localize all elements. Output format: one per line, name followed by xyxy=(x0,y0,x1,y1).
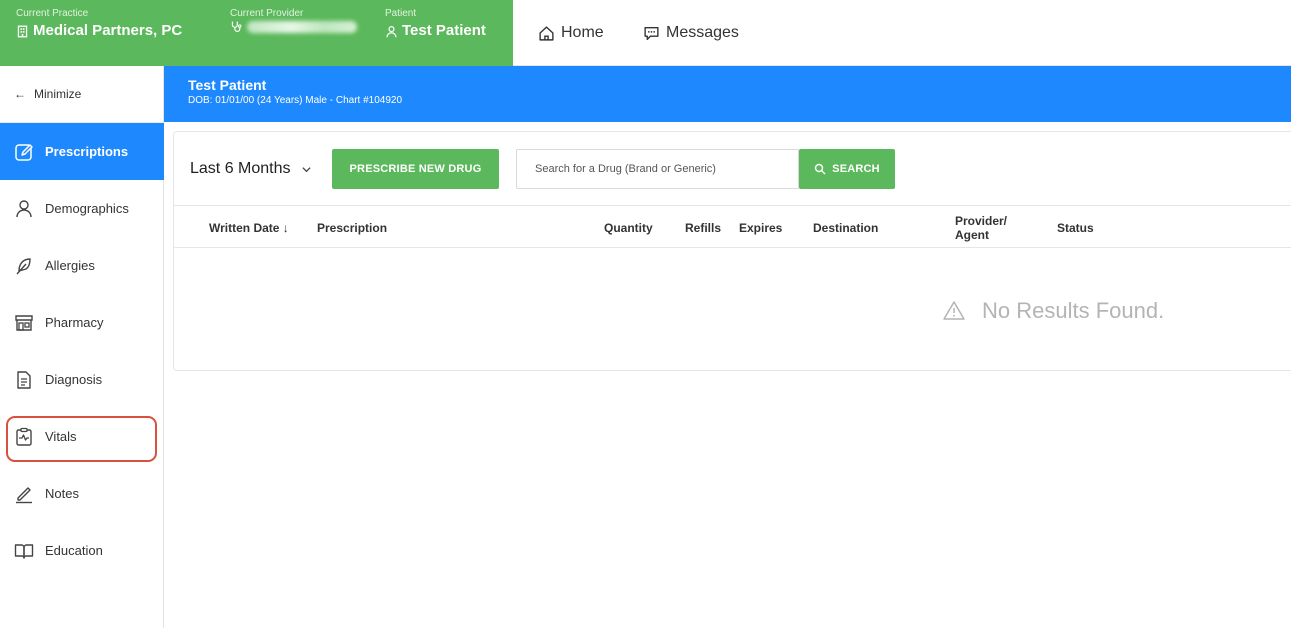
provider-name-redacted xyxy=(247,20,357,33)
home-link[interactable]: Home xyxy=(538,0,604,66)
sidebar-item-allergies[interactable]: Allergies xyxy=(0,237,164,294)
column-destination[interactable]: Destination xyxy=(813,221,878,235)
prescribe-new-drug-label: PRESCRIBE NEW DRUG xyxy=(349,163,482,175)
column-provider-agent-line2: Agent xyxy=(955,228,989,242)
sidebar-item-label: Diagnosis xyxy=(45,372,103,387)
minimize-label: Minimize xyxy=(34,87,82,101)
sidebar-item-label: Allergies xyxy=(45,258,95,273)
sidebar-item-education[interactable]: Education xyxy=(0,522,164,579)
home-icon xyxy=(539,25,554,41)
column-prescription[interactable]: Prescription xyxy=(317,221,387,235)
pencil-line-icon xyxy=(16,486,32,503)
minimize-button[interactable]: ← Minimize xyxy=(0,66,163,123)
sidebar-item-label: Education xyxy=(45,543,103,558)
sidebar-item-label: Pharmacy xyxy=(45,315,104,330)
current-provider[interactable]: Current Provider xyxy=(230,8,357,33)
document-icon xyxy=(17,370,31,389)
patient-info: DOB: 01/01/00 (24 Years) Male - Chart #1… xyxy=(188,95,403,106)
table-header: Written Date ↓ Prescription Quantity Ref… xyxy=(174,206,1291,248)
sidebar-item-label: Prescriptions xyxy=(45,144,129,159)
sidebar-item-label: Demographics xyxy=(45,201,129,216)
prescriptions-toolbar: Last 6 Months PRESCRIBE NEW DRUG Search … xyxy=(174,132,1291,206)
pen-square-icon xyxy=(15,143,33,161)
column-status[interactable]: Status xyxy=(1057,221,1094,235)
patient-label: Patient xyxy=(385,8,417,19)
arrow-left-icon: ← xyxy=(14,87,26,101)
current-provider-label: Current Provider xyxy=(230,8,304,19)
search-button[interactable]: SEARCH xyxy=(799,149,895,189)
drug-search-input[interactable]: Search for a Drug (Brand or Generic) xyxy=(516,149,799,189)
building-icon xyxy=(17,25,28,37)
chevron-down-icon xyxy=(301,166,311,172)
column-refills[interactable]: Refills xyxy=(685,221,721,235)
search-label: SEARCH xyxy=(832,163,880,175)
feather-icon xyxy=(16,257,31,274)
sidebar: ← Minimize Prescriptions Demographics Al… xyxy=(0,66,164,628)
messages-link[interactable]: Messages xyxy=(643,0,739,66)
sidebar-item-pharmacy[interactable]: Pharmacy xyxy=(0,294,164,351)
sidebar-item-prescriptions[interactable]: Prescriptions xyxy=(0,123,164,180)
storefront-icon xyxy=(15,314,33,331)
vitals-highlight-outline xyxy=(6,416,157,462)
warning-icon xyxy=(943,301,965,320)
messages-label: Messages xyxy=(666,24,739,41)
patient-header: Test Patient DOB: 01/01/00 (24 Years) Ma… xyxy=(164,66,1291,122)
current-practice-label: Current Practice xyxy=(16,8,89,19)
home-label: Home xyxy=(561,24,604,41)
column-written-date[interactable]: Written Date ↓ xyxy=(209,221,289,235)
sidebar-item-label: Notes xyxy=(45,486,79,501)
date-range-value: Last 6 Months xyxy=(190,160,291,177)
person-icon xyxy=(16,199,32,217)
column-quantity[interactable]: Quantity xyxy=(604,221,653,235)
date-range-select[interactable]: Last 6 Months xyxy=(190,160,312,178)
patient-value: Test Patient xyxy=(402,22,486,39)
column-provider-agent-line1: Provider/ xyxy=(955,214,1008,228)
stethoscope-icon xyxy=(231,21,242,32)
sidebar-item-notes[interactable]: Notes xyxy=(0,465,164,522)
current-practice[interactable]: Current Practice Medical Partners, PC xyxy=(16,8,182,42)
sidebar-item-demographics[interactable]: Demographics xyxy=(0,180,164,237)
patient-name: Test Patient xyxy=(188,77,267,93)
context-bar: Current Practice Medical Partners, PC Cu… xyxy=(0,0,513,66)
prescribe-new-drug-button[interactable]: PRESCRIBE NEW DRUG xyxy=(332,149,499,189)
column-expires[interactable]: Expires xyxy=(739,221,782,235)
empty-state: No Results Found. xyxy=(942,298,1164,324)
user-icon xyxy=(386,25,397,37)
column-provider-agent[interactable]: Provider/ Agent xyxy=(955,214,1007,242)
message-icon xyxy=(644,26,659,40)
prescriptions-card: Last 6 Months PRESCRIBE NEW DRUG Search … xyxy=(173,131,1291,371)
book-icon xyxy=(14,543,34,559)
current-practice-value: Medical Partners, PC xyxy=(33,22,183,39)
search-icon xyxy=(814,163,826,175)
top-bar: Current Practice Medical Partners, PC Cu… xyxy=(0,0,1291,66)
empty-message: No Results Found. xyxy=(982,298,1165,323)
sidebar-item-diagnosis[interactable]: Diagnosis xyxy=(0,351,164,408)
patient-selector[interactable]: Patient Test Patient xyxy=(385,8,486,42)
